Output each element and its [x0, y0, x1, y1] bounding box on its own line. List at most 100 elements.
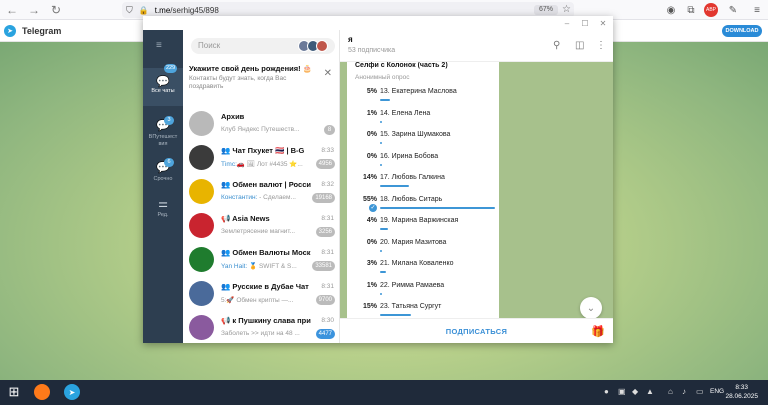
telegram-brand: Telegram	[22, 26, 62, 36]
birthday-banner[interactable]: Укажите свой день рождения! 🎂 Контакты б…	[183, 60, 339, 100]
battery-icon[interactable]: ▭	[696, 387, 704, 396]
network-icon[interactable]: ⌂	[668, 387, 673, 396]
tray-app-icon[interactable]: ◆	[632, 387, 638, 396]
chat-row[interactable]: Архив Клуб Яндекс Путешеств... 8	[183, 107, 339, 141]
poll-option[interactable]: 55% 18. Любовь Ситарь ✓	[347, 194, 499, 215]
poll-option[interactable]: 3% 21. Милана Коваленко	[347, 258, 499, 279]
reload-icon[interactable]: ↻	[46, 0, 66, 20]
tray-app-icon[interactable]: ▣	[618, 387, 626, 396]
telegram-taskbar-icon[interactable]: ➤	[64, 384, 80, 400]
birthday-title: Укажите свой день рождения! 🎂	[189, 64, 313, 73]
poll-option-bar	[380, 142, 382, 144]
shield-icon[interactable]: ⛉	[126, 5, 133, 16]
chat-message: Заболеть >> идти на 48 ...	[221, 330, 300, 337]
poll-option[interactable]: 14% 17. Любовь Галкина	[347, 172, 499, 193]
extensions-icon[interactable]: ⧉	[684, 3, 698, 17]
poll-message: Селфи с Колонок (часть 2) Анонимный опро…	[347, 62, 499, 318]
windows-start-icon[interactable]: ⊞	[6, 384, 22, 400]
zoom-level[interactable]: 67%	[533, 5, 558, 15]
poll-option[interactable]: 15% 23. Татьяна Сургут	[347, 301, 499, 318]
poll-option[interactable]: 1% 22. Римма Рамаева	[347, 280, 499, 301]
unread-badge: 19168	[312, 193, 335, 203]
poll-option[interactable]: 5% 13. Екатерина Маслова	[347, 86, 499, 107]
poll-option[interactable]: 1% 14. Елена Лена	[347, 108, 499, 129]
scroll-down-button[interactable]: ⌄	[580, 297, 602, 318]
url-text[interactable]: t.me/serhig45/898	[155, 6, 219, 15]
volume-icon[interactable]: ♪	[682, 387, 686, 396]
poll-option-bar	[380, 249, 382, 252]
chat-time: 8:30	[321, 317, 334, 324]
poll-option-percent: 55%	[362, 195, 377, 203]
poll-option-label: 23. Татьяна Сургут	[380, 303, 442, 310]
more-icon[interactable]: ⋮	[596, 40, 606, 51]
chat-header[interactable]: я 53 подписчика ⚲ ◫ ⋮	[340, 30, 613, 62]
adblock-icon[interactable]: ABP	[704, 3, 718, 17]
poll-option-bar	[380, 292, 383, 295]
folder-travel[interactable]: 💬 3 ВПутешест вия	[143, 116, 183, 148]
folder-badge: 3	[164, 116, 174, 125]
chat-avatar	[189, 213, 214, 238]
download-button[interactable]: DOWNLOAD	[722, 25, 762, 37]
poll-option-label: 13. Екатерина Маслова	[380, 88, 457, 95]
account-icon[interactable]: ◉	[664, 3, 678, 17]
poll-option-bar	[380, 99, 391, 101]
chat-avatar	[189, 145, 214, 170]
menu-icon[interactable]: ≡	[156, 40, 162, 51]
tray-app-icon[interactable]: ▲	[646, 387, 654, 396]
chat-footer: ПОДПИСАТЬСЯ 🎁	[340, 318, 613, 343]
poll-option[interactable]: 4% 19. Марина Варжинская	[347, 215, 499, 236]
search-icon[interactable]: ⚲	[553, 40, 560, 51]
poll-option-percent: 5%	[366, 88, 377, 95]
folder-edit[interactable]: ⚌ Ред.	[143, 198, 183, 218]
language-indicator[interactable]: ENG	[710, 388, 724, 395]
bookmark-star-icon[interactable]: ☆	[562, 4, 571, 15]
chat-row[interactable]: 👥 Обмен валют | Росси... 8:32 Константин: …	[183, 175, 339, 209]
maximize-icon[interactable]: ☐	[578, 18, 592, 28]
menu-icon[interactable]: ≡	[750, 3, 764, 17]
poll-option[interactable]: 0% 16. Ирина Бобова	[347, 151, 499, 172]
close-icon[interactable]: ✕	[324, 68, 332, 79]
chat-row[interactable]: 📢 Asia News 8:31 Землетрясение магнит... 32…	[183, 209, 339, 243]
system-clock[interactable]: 8:33 28.06.2025	[725, 383, 758, 401]
poll-option[interactable]: 0% 20. Мария Мазитова	[347, 237, 499, 258]
chat-preview: 5:🚀 Обмен крипты —...	[221, 296, 309, 304]
chat-name: 👥 Обмен валют | Росси...	[221, 180, 311, 189]
folder-label: Ред.	[157, 212, 169, 218]
chat-message: 🖼 Лот #4435 ⭐...	[246, 161, 303, 168]
back-icon[interactable]: ←	[2, 0, 22, 20]
poll-option-percent: 4%	[366, 217, 377, 224]
chat-message: 5:🚀 Обмен крипты —...	[221, 297, 294, 304]
window-titlebar: – ☐ ✕	[143, 16, 613, 30]
poll-option-bar	[380, 120, 383, 123]
chat-avatar	[189, 247, 214, 272]
extension-icon[interactable]: ✎	[726, 3, 740, 17]
story-avatar[interactable]	[316, 40, 328, 52]
folder-badge: 229	[164, 64, 178, 73]
forward-icon[interactable]: →	[24, 0, 44, 20]
chat-row[interactable]: 👥 Обмен Валюты Моск... 8:31 Yan Hait: 🏅 SW…	[183, 243, 339, 277]
close-icon[interactable]: ✕	[596, 18, 610, 28]
poll-option-bar	[380, 163, 382, 166]
poll-option-label: 20. Мария Мазитова	[380, 238, 447, 246]
folder-urgent[interactable]: 💬 6 Срочно	[143, 158, 183, 182]
gift-icon[interactable]: 🎁	[591, 324, 605, 338]
lock-icon[interactable]: 🔒	[139, 6, 149, 15]
tray-app-icon[interactable]: ●	[604, 387, 609, 396]
chat-row[interactable]: 👥 Чат Пхукет 🇹🇭 | B-G 8:33 Тimс:🚗 🖼 Лот #4…	[183, 141, 339, 175]
sidebar-toggle-icon[interactable]: ◫	[575, 40, 584, 51]
poll-option-bar	[380, 271, 387, 273]
unread-badge: 4477	[315, 329, 335, 339]
chat-subtitle: 53 подписчика	[348, 47, 396, 54]
chat-row[interactable]: 👥 Русские в Дубае Чат ... 8:31 5:🚀 Обмен к…	[183, 277, 339, 311]
chat-time: 8:33	[321, 147, 334, 154]
poll-question: Селфи с Колонок (часть 2)	[355, 62, 448, 69]
poll-option-label: 17. Любовь Галкина	[380, 174, 445, 181]
chat-row[interactable]: 📢 к Пушкину слава при... 8:30 Заболеть >> …	[183, 311, 339, 343]
subscribe-button[interactable]: ПОДПИСАТЬСЯ	[340, 319, 613, 344]
chat-time: 8:31	[321, 249, 334, 256]
poll-option-label: 19. Марина Варжинская	[380, 217, 459, 224]
firefox-icon[interactable]	[34, 384, 50, 400]
poll-option[interactable]: 0% 15. Зарина Шумакова	[347, 129, 499, 150]
folder-all-chats[interactable]: 💬 229 Все чаты	[143, 64, 183, 106]
minimize-icon[interactable]: –	[560, 18, 574, 28]
